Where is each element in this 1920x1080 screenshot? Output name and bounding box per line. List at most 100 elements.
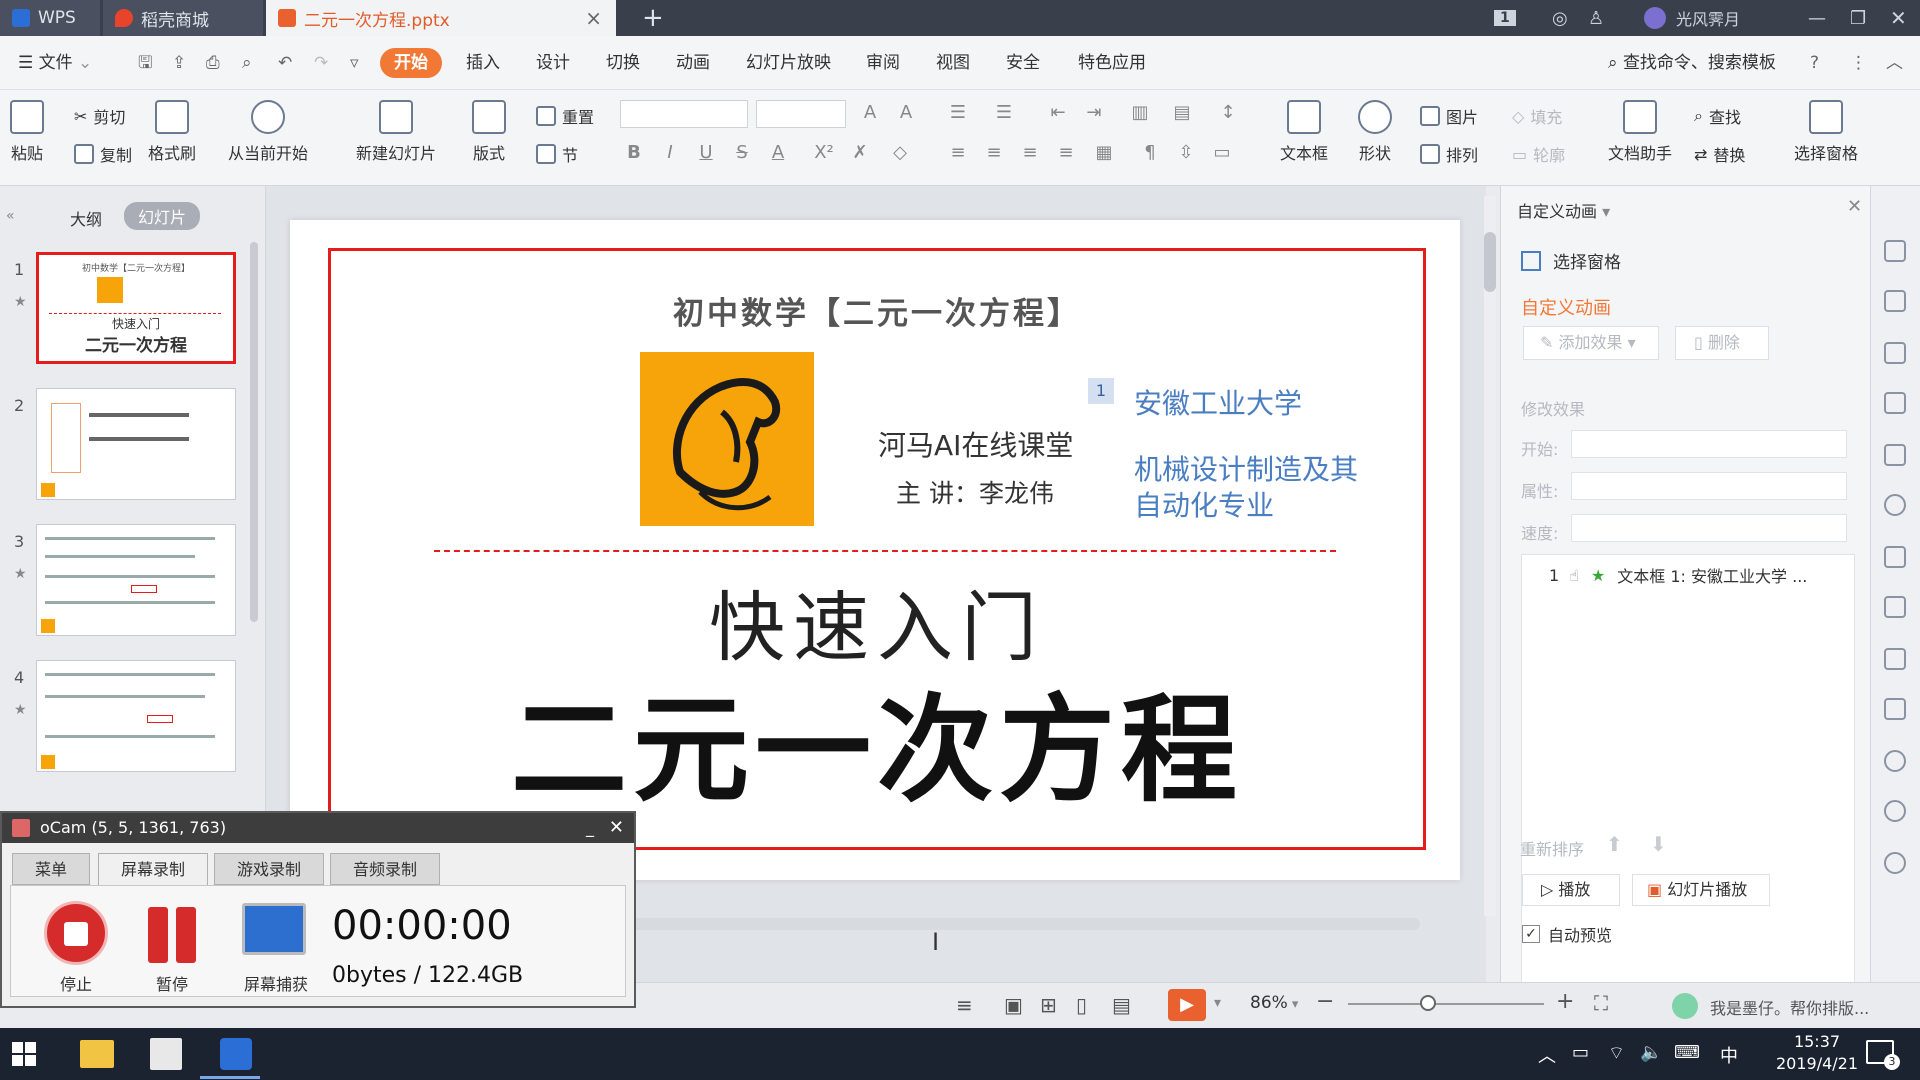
- text-direction-icon[interactable]: ▤: [1168, 102, 1196, 123]
- play-button[interactable]: ▷ 播放: [1522, 874, 1620, 906]
- collapse-ribbon-icon[interactable]: ︿: [1876, 48, 1913, 78]
- ocam-window[interactable]: oCam (5, 5, 1361, 763) _ ✕ 菜单 屏幕录制 游戏录制 …: [0, 811, 636, 1008]
- more-icon[interactable]: ⋮: [1840, 48, 1877, 78]
- preview-icon[interactable]: ⌕: [232, 48, 262, 78]
- tab-transition[interactable]: 切换: [596, 48, 650, 78]
- font-name-select[interactable]: [620, 100, 748, 128]
- hippo-logo[interactable]: [640, 352, 814, 526]
- new-tab-button[interactable]: +: [630, 0, 676, 36]
- audio-icon[interactable]: [1884, 698, 1906, 720]
- close-pane-icon[interactable]: ✕: [1847, 196, 1862, 217]
- backup-icon[interactable]: [1884, 546, 1906, 568]
- bold-icon[interactable]: B: [620, 142, 648, 163]
- animation-list-item[interactable]: 1 ☝ ★ 文本框 1: 安徽工业大学 ...: [1527, 560, 1849, 590]
- redo-icon[interactable]: ↷: [304, 48, 338, 78]
- tab-slides[interactable]: 幻灯片: [124, 202, 201, 230]
- start-slideshow-button[interactable]: ▶: [1168, 989, 1206, 1021]
- tab-special[interactable]: 特色应用: [1068, 48, 1156, 78]
- superscript-icon[interactable]: X²: [810, 142, 838, 163]
- tab-wps-home[interactable]: WPS: [0, 0, 100, 36]
- from-current-button[interactable]: 从当前开始: [228, 100, 308, 164]
- select-pane-button[interactable]: 选择窗格: [1794, 100, 1858, 164]
- ocam-tab-game-record[interactable]: 游戏录制: [214, 853, 325, 885]
- clock-time[interactable]: 15:37: [1762, 1032, 1872, 1051]
- tab-view[interactable]: 视图: [926, 48, 980, 78]
- delete-button[interactable]: ▯ 删除: [1675, 326, 1769, 360]
- horizontal-scrollbar[interactable]: [630, 918, 1420, 930]
- slide-title[interactable]: 二元一次方程: [328, 656, 1426, 824]
- pause-bar-right-icon[interactable]: [176, 907, 196, 963]
- move-up-icon[interactable]: ⬆: [1606, 832, 1623, 856]
- line-spacing-icon[interactable]: ↕: [1214, 102, 1242, 123]
- slide-thumbnail-4[interactable]: [36, 660, 236, 772]
- save-icon[interactable]: 🖫: [128, 48, 162, 78]
- shrink-font-icon[interactable]: A: [892, 102, 920, 123]
- indent-decrease-icon[interactable]: ⇤: [1044, 102, 1072, 123]
- history-icon[interactable]: [1884, 800, 1906, 822]
- zoom-slider[interactable]: [1348, 1003, 1544, 1005]
- thumbnail-scrollbar[interactable]: [250, 242, 258, 622]
- section-button[interactable]: 节: [536, 142, 578, 166]
- command-search[interactable]: ⌕ 查找命令、搜索模板: [1598, 48, 1786, 78]
- undo-icon[interactable]: ↶: [268, 48, 302, 78]
- zoom-level[interactable]: 86% ▾: [1250, 993, 1298, 1013]
- quick-access-dropdown-icon[interactable]: ▿: [340, 48, 369, 78]
- file-menu[interactable]: ☰ 文件 ⌄: [8, 48, 102, 78]
- paragraph-icon[interactable]: ¶: [1136, 142, 1164, 163]
- textbox-button[interactable]: 文本框: [1280, 100, 1328, 164]
- tray-expand-icon[interactable]: ︿: [1538, 1042, 1556, 1068]
- italic-icon[interactable]: I: [656, 142, 684, 163]
- align-left-icon[interactable]: ≡: [944, 142, 972, 163]
- reset-button[interactable]: 重置: [536, 104, 594, 128]
- sorter-view-icon[interactable]: ⊞: [1040, 993, 1057, 1017]
- shape-button[interactable]: 形状: [1358, 100, 1392, 164]
- slideshow-dropdown-icon[interactable]: ▾: [1214, 995, 1221, 1011]
- speed-select[interactable]: [1571, 514, 1847, 542]
- tab-slideshow[interactable]: 幻灯片放映: [736, 48, 841, 78]
- add-effect-button[interactable]: ✎ 添加效果 ▾: [1523, 326, 1659, 360]
- restore-icon[interactable]: ❐: [1850, 0, 1866, 36]
- auto-preview-checkbox[interactable]: ✓ 自动预览: [1522, 922, 1612, 946]
- animation-order-tag[interactable]: 1: [1088, 378, 1114, 404]
- help-icon[interactable]: ?: [1800, 48, 1829, 78]
- tab-animation[interactable]: 动画: [666, 48, 720, 78]
- slide-thumbnail-2[interactable]: [36, 388, 236, 500]
- vertical-scroll-thumb[interactable]: [1484, 232, 1496, 292]
- bullets-icon[interactable]: ☰: [944, 102, 972, 123]
- collapse-panel-icon[interactable]: «: [6, 208, 15, 224]
- select-pane-link[interactable]: 选择窗格: [1521, 248, 1621, 273]
- new-slide-button[interactable]: 新建幻灯片: [356, 100, 436, 164]
- ocam-minimize-icon[interactable]: _: [586, 813, 594, 843]
- copy-button[interactable]: 复制: [74, 142, 132, 166]
- minimize-icon[interactable]: —: [1808, 0, 1826, 36]
- org-name[interactable]: 河马AI在线课堂: [878, 424, 1073, 464]
- notes-toggle-icon[interactable]: ≡: [956, 993, 973, 1017]
- zoom-out-icon[interactable]: −: [1316, 989, 1334, 1014]
- network-icon[interactable]: ⌔: [1608, 1042, 1625, 1065]
- star-icon[interactable]: [1884, 494, 1906, 516]
- eraser-icon[interactable]: ◇: [886, 142, 914, 163]
- tab-security[interactable]: 安全: [996, 48, 1050, 78]
- underline-icon[interactable]: U: [692, 142, 720, 163]
- shirt-icon[interactable]: ♙: [1588, 0, 1604, 36]
- smartart-icon[interactable]: ▭: [1208, 142, 1236, 163]
- shape-panel-icon[interactable]: [1884, 342, 1906, 364]
- page-badge[interactable]: 1: [1494, 0, 1516, 36]
- print-icon[interactable]: ⎙: [196, 48, 230, 78]
- property-select[interactable]: [1571, 472, 1847, 500]
- properties-icon[interactable]: [1884, 392, 1906, 414]
- clock-date[interactable]: 2019/4/21: [1762, 1054, 1872, 1073]
- assistant-avatar-icon[interactable]: [1672, 993, 1698, 1019]
- columns-icon[interactable]: ▥: [1126, 102, 1154, 123]
- slide-thumbnail-3[interactable]: [36, 524, 236, 636]
- download-icon[interactable]: [1884, 750, 1906, 772]
- ocam-title-bar[interactable]: oCam (5, 5, 1361, 763) _ ✕: [2, 813, 634, 843]
- ocam-tab-screen-record[interactable]: 屏幕录制: [98, 853, 209, 885]
- move-down-icon[interactable]: ⬇: [1650, 832, 1667, 856]
- distribute-icon[interactable]: ▦: [1090, 142, 1118, 163]
- image-icon[interactable]: [1884, 648, 1906, 670]
- numbering-icon[interactable]: ☰: [990, 102, 1018, 123]
- ocam-close-icon[interactable]: ✕: [609, 813, 624, 843]
- fill-button[interactable]: ◇ 填充: [1512, 104, 1562, 128]
- skin-icon[interactable]: ◎: [1552, 0, 1568, 36]
